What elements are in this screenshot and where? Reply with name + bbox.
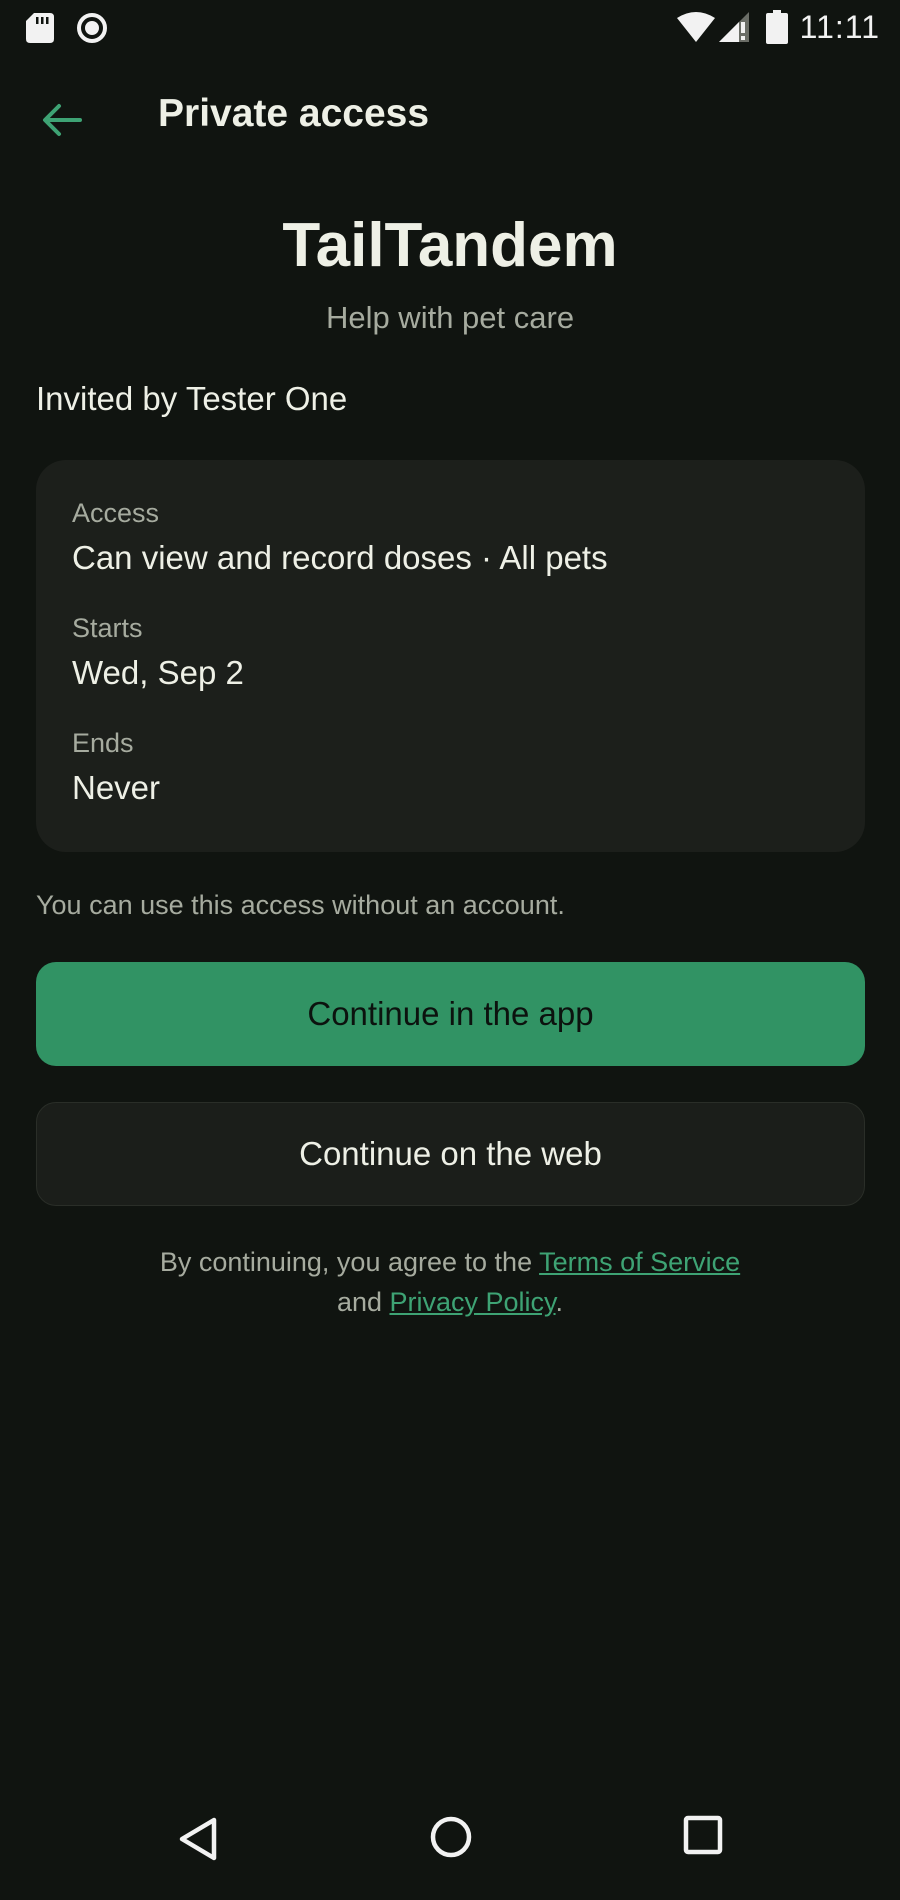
starts-value: Wed, Sep 2 <box>72 654 244 691</box>
ends-label: Ends <box>72 728 134 758</box>
continue-in-app-button[interactable]: Continue in the app <box>36 962 865 1066</box>
legal-suffix: . <box>555 1287 564 1317</box>
back-button[interactable] <box>26 88 98 152</box>
access-label: Access <box>72 498 160 528</box>
no-account-note: You can use this access without an accou… <box>36 890 565 920</box>
status-clock: 11:11 <box>799 9 880 45</box>
screen: 11:11 Private access TailTandem Help wit… <box>0 0 900 1900</box>
app-name: TailTandem <box>282 211 618 280</box>
app-bar: Private access <box>0 56 900 176</box>
ends-value: Never <box>72 769 161 806</box>
continue-on-web-label: Continue on the web <box>299 1135 602 1172</box>
starts-label: Starts <box>72 613 143 643</box>
nav-back-icon[interactable] <box>176 1814 222 1864</box>
legal-notice: By continuing, you agree to the Terms of… <box>0 1242 900 1322</box>
access-details-card: Access Can view and record doses · All p… <box>36 460 865 852</box>
nav-recents-icon[interactable] <box>683 1815 723 1855</box>
signal-icon <box>719 12 749 42</box>
app-bar-title: Private access <box>158 92 430 135</box>
status-bar: 11:11 <box>0 0 900 56</box>
wifi-icon <box>677 12 715 42</box>
access-value: Can view and record doses · All pets <box>72 539 608 576</box>
system-nav-bar <box>0 1790 900 1900</box>
legal-prefix: By continuing, you agree to the <box>159 1247 540 1277</box>
continue-in-app-label: Continue in the app <box>307 995 594 1032</box>
battery-icon <box>766 10 788 44</box>
terms-of-service-link[interactable]: Terms of Service <box>539 1247 740 1277</box>
arrow-left-icon <box>43 104 82 136</box>
nav-home-icon[interactable] <box>428 1814 474 1860</box>
invited-by-text: Invited by Tester One <box>36 380 348 417</box>
privacy-policy-link[interactable]: Privacy Policy <box>390 1287 556 1317</box>
record-icon <box>77 13 107 43</box>
app-tagline: Help with pet care <box>325 300 575 335</box>
legal-middle: and <box>336 1287 390 1317</box>
continue-on-web-button[interactable]: Continue on the web <box>36 1102 865 1206</box>
sd-card-icon <box>26 13 54 43</box>
